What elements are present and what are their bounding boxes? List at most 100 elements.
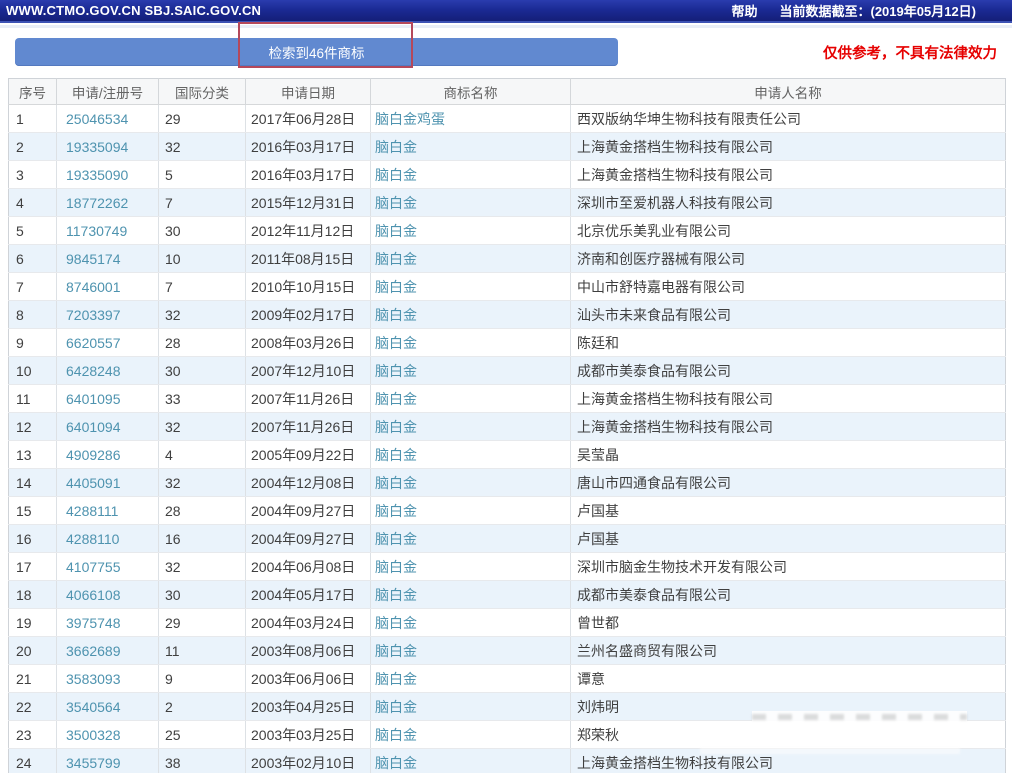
registration-number-link[interactable]: 4405091	[66, 475, 121, 491]
serial-number-cell: 21	[8, 664, 57, 693]
header-applicant-name: 申请人名称	[570, 78, 1006, 105]
registration-number-link[interactable]: 19335090	[66, 167, 128, 183]
registration-number-link[interactable]: 6401094	[66, 419, 121, 435]
registration-number-link[interactable]: 25046534	[66, 111, 128, 127]
trademark-name-link[interactable]: 脑白金	[375, 755, 417, 771]
trademark-name-cell: 脑白金	[370, 664, 571, 693]
trademark-name-link[interactable]: 脑白金	[375, 363, 417, 379]
registration-number-cell: 19335094	[56, 132, 159, 161]
registration-number-link[interactable]: 4107755	[66, 559, 121, 575]
intl-class-cell: 16	[158, 524, 246, 553]
trademark-name-link[interactable]: 脑白金	[375, 167, 417, 183]
serial-number-cell: 9	[8, 328, 57, 357]
trademark-name-link[interactable]: 脑白金	[375, 475, 417, 491]
trademark-name-cell: 脑白金	[370, 748, 571, 773]
intl-class-cell: 9	[158, 664, 246, 693]
results-table: 序号 申请/注册号 国际分类 申请日期 商标名称 申请人名称 1 2504653…	[8, 78, 1006, 773]
trademark-name-link[interactable]: 脑白金	[375, 671, 417, 687]
trademark-name-link[interactable]: 脑白金	[375, 503, 417, 519]
table-row: 1 25046534 29 2017年06月28日 脑白金鸡蛋 西双版纳华坤生物…	[8, 104, 1006, 133]
registration-number-link[interactable]: 6428248	[66, 363, 121, 379]
serial-number-cell: 11	[8, 384, 57, 413]
trademark-name-link[interactable]: 脑白金	[375, 335, 417, 351]
serial-number-cell: 3	[8, 160, 57, 189]
trademark-name-link[interactable]: 脑白金	[375, 391, 417, 407]
trademark-name-link[interactable]: 脑白金	[375, 139, 417, 155]
trademark-name-link[interactable]: 脑白金	[375, 615, 417, 631]
applicant-name-cell: 成都市美泰食品有限公司	[570, 356, 1006, 385]
trademark-name-link[interactable]: 脑白金	[375, 195, 417, 211]
registration-number-link[interactable]: 3455799	[66, 755, 121, 771]
registration-number-link[interactable]: 7203397	[66, 307, 121, 323]
serial-number-cell: 24	[8, 748, 57, 773]
intl-class-cell: 29	[158, 608, 246, 637]
applicant-name-cell: 上海黄金搭档生物科技有限公司	[570, 160, 1006, 189]
help-link[interactable]: 帮助	[731, 1, 757, 20]
application-date-cell: 2007年11月26日	[245, 384, 371, 413]
registration-number-link[interactable]: 4066108	[66, 587, 121, 603]
table-row: 14 4405091 32 2004年12月08日 脑白金 唐山市四通食品有限公…	[8, 468, 1006, 497]
application-date-cell: 2005年09月22日	[245, 440, 371, 469]
applicant-name-cell: 上海黄金搭档生物科技有限公司	[570, 384, 1006, 413]
registration-number-cell: 3662689	[56, 636, 159, 665]
trademark-name-link[interactable]: 脑白金	[375, 307, 417, 323]
trademark-name-link[interactable]: 脑白金	[375, 727, 417, 743]
applicant-name-cell: 汕头市未来食品有限公司	[570, 300, 1006, 329]
table-row: 21 3583093 9 2003年06月06日 脑白金 谭意	[8, 664, 1006, 693]
serial-number-cell: 19	[8, 608, 57, 637]
serial-number-cell: 8	[8, 300, 57, 329]
intl-class-cell: 5	[158, 160, 246, 189]
trademark-name-cell: 脑白金	[370, 496, 571, 525]
registration-number-link[interactable]: 4909286	[66, 447, 121, 463]
registration-number-link[interactable]: 11730749	[66, 223, 127, 239]
registration-number-link[interactable]: 6620557	[66, 335, 121, 351]
registration-number-link[interactable]: 4288110	[66, 531, 119, 547]
trademark-name-link[interactable]: 脑白金	[375, 251, 417, 267]
table-row: 2 19335094 32 2016年03月17日 脑白金 上海黄金搭档生物科技…	[8, 132, 1006, 161]
intl-class-cell: 32	[158, 552, 246, 581]
registration-number-link[interactable]: 9845174	[66, 251, 121, 267]
serial-number-cell: 13	[8, 440, 57, 469]
table-row: 23 3500328 25 2003年03月25日 脑白金 郑荣秋	[8, 720, 1006, 749]
trademark-name-cell: 脑白金	[370, 132, 571, 161]
trademark-name-link[interactable]: 脑白金	[375, 587, 417, 603]
registration-number-link[interactable]: 4288111	[66, 503, 118, 519]
registration-number-link[interactable]: 3500328	[66, 727, 121, 743]
trademark-name-link[interactable]: 脑白金	[375, 223, 417, 239]
table-row: 18 4066108 30 2004年05月17日 脑白金 成都市美泰食品有限公…	[8, 580, 1006, 609]
intl-class-cell: 7	[158, 272, 246, 301]
registration-number-link[interactable]: 6401095	[66, 391, 121, 407]
registration-number-link[interactable]: 3662689	[66, 643, 121, 659]
registration-number-link[interactable]: 3975748	[66, 615, 121, 631]
registration-number-cell: 6401094	[56, 412, 159, 441]
registration-number-link[interactable]: 3583093	[66, 671, 121, 687]
trademark-name-cell: 脑白金鸡蛋	[370, 104, 571, 133]
trademark-name-link[interactable]: 脑白金	[375, 279, 417, 295]
intl-class-cell: 32	[158, 468, 246, 497]
serial-number-cell: 17	[8, 552, 57, 581]
trademark-name-link[interactable]: 脑白金	[375, 419, 417, 435]
registration-number-link[interactable]: 8746001	[66, 279, 121, 295]
registration-number-cell: 4288111	[56, 496, 159, 525]
registration-number-cell: 18772262	[56, 188, 159, 217]
registration-number-link[interactable]: 18772262	[66, 195, 128, 211]
table-row: 15 4288111 28 2004年09月27日 脑白金 卢国基	[8, 496, 1006, 525]
applicant-name-cell: 北京优乐美乳业有限公司	[570, 216, 1006, 245]
application-date-cell: 2017年06月28日	[245, 104, 371, 133]
table-row: 7 8746001 7 2010年10月15日 脑白金 中山市舒特嘉电器有限公司	[8, 272, 1006, 301]
trademark-name-link[interactable]: 脑白金	[375, 559, 417, 575]
registration-number-cell: 4405091	[56, 468, 159, 497]
application-date-cell: 2004年06月08日	[245, 552, 371, 581]
header-application-date: 申请日期	[245, 78, 371, 105]
trademark-name-cell: 脑白金	[370, 300, 571, 329]
trademark-name-link[interactable]: 脑白金	[375, 531, 417, 547]
trademark-name-link[interactable]: 脑白金鸡蛋	[375, 111, 445, 127]
trademark-name-link[interactable]: 脑白金	[375, 447, 417, 463]
registration-number-cell: 3975748	[56, 608, 159, 637]
serial-number-cell: 6	[8, 244, 57, 273]
registration-number-link[interactable]: 19335094	[66, 139, 128, 155]
registration-number-link[interactable]: 3540564	[66, 699, 121, 715]
result-count-banner[interactable]: 检索到46件商标	[15, 38, 618, 66]
trademark-name-link[interactable]: 脑白金	[375, 643, 417, 659]
trademark-name-link[interactable]: 脑白金	[375, 699, 417, 715]
